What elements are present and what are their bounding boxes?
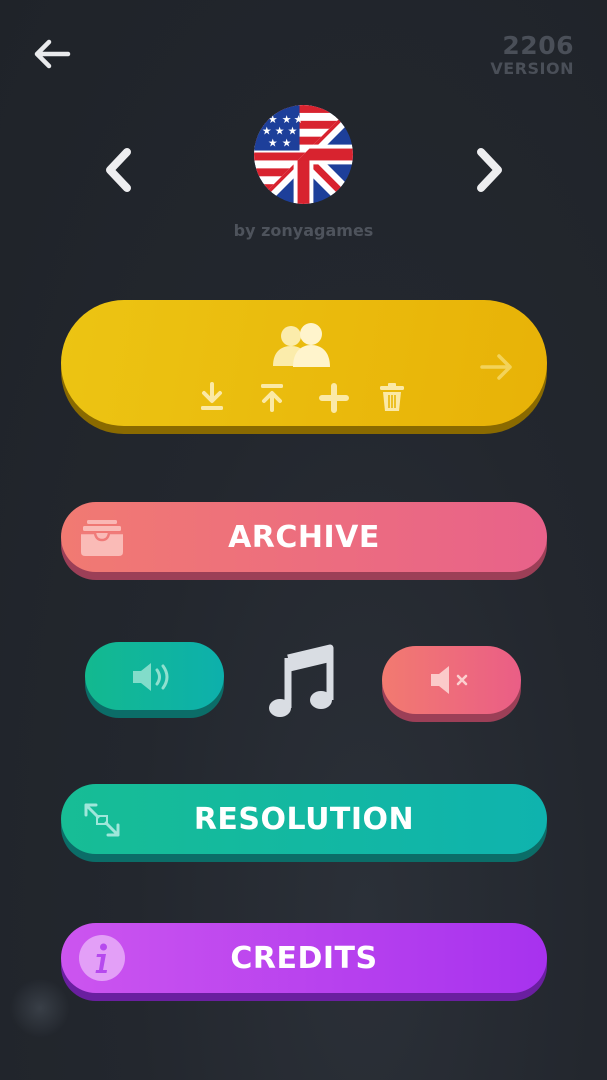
trash-icon[interactable] — [379, 382, 405, 412]
speaker-mute-icon — [431, 666, 468, 694]
us-uk-flag-icon[interactable]: ★ ★ ★ ★ ★ ★ ★ ★ — [254, 105, 353, 204]
credits-button[interactable]: CREDITS — [61, 923, 547, 993]
sound-off-button[interactable] — [382, 646, 521, 714]
download-icon[interactable] — [199, 382, 225, 412]
speaker-on-icon — [133, 663, 169, 691]
archive-button[interactable]: ARCHIVE — [61, 502, 547, 572]
upload-icon[interactable] — [259, 382, 285, 412]
version-info: 2206 VERSION — [490, 32, 574, 78]
music-note-icon — [266, 644, 338, 722]
next-language-button[interactable] — [468, 146, 508, 194]
previous-language-button[interactable] — [100, 146, 140, 194]
credits-label: CREDITS — [230, 940, 378, 976]
players-actions — [199, 382, 404, 414]
language-author: by zonyagames — [233, 221, 374, 240]
version-number: 2206 — [502, 31, 574, 60]
back-button[interactable] — [28, 34, 76, 74]
svg-text:★: ★ — [268, 137, 278, 150]
users-icon — [273, 323, 330, 367]
plus-icon[interactable] — [319, 383, 349, 413]
sound-on-button[interactable] — [85, 642, 224, 710]
resolution-label: RESOLUTION — [193, 801, 415, 837]
resolution-button[interactable]: RESOLUTION — [61, 784, 547, 854]
arrow-right-icon — [480, 354, 512, 380]
chevron-left-icon — [106, 148, 131, 192]
archive-label: ARCHIVE — [228, 519, 380, 555]
chevron-right-icon — [477, 148, 502, 192]
players-button[interactable] — [61, 300, 547, 426]
arrow-left-icon — [34, 39, 71, 69]
svg-text:★: ★ — [282, 137, 292, 150]
version-label: VERSION — [490, 59, 574, 78]
